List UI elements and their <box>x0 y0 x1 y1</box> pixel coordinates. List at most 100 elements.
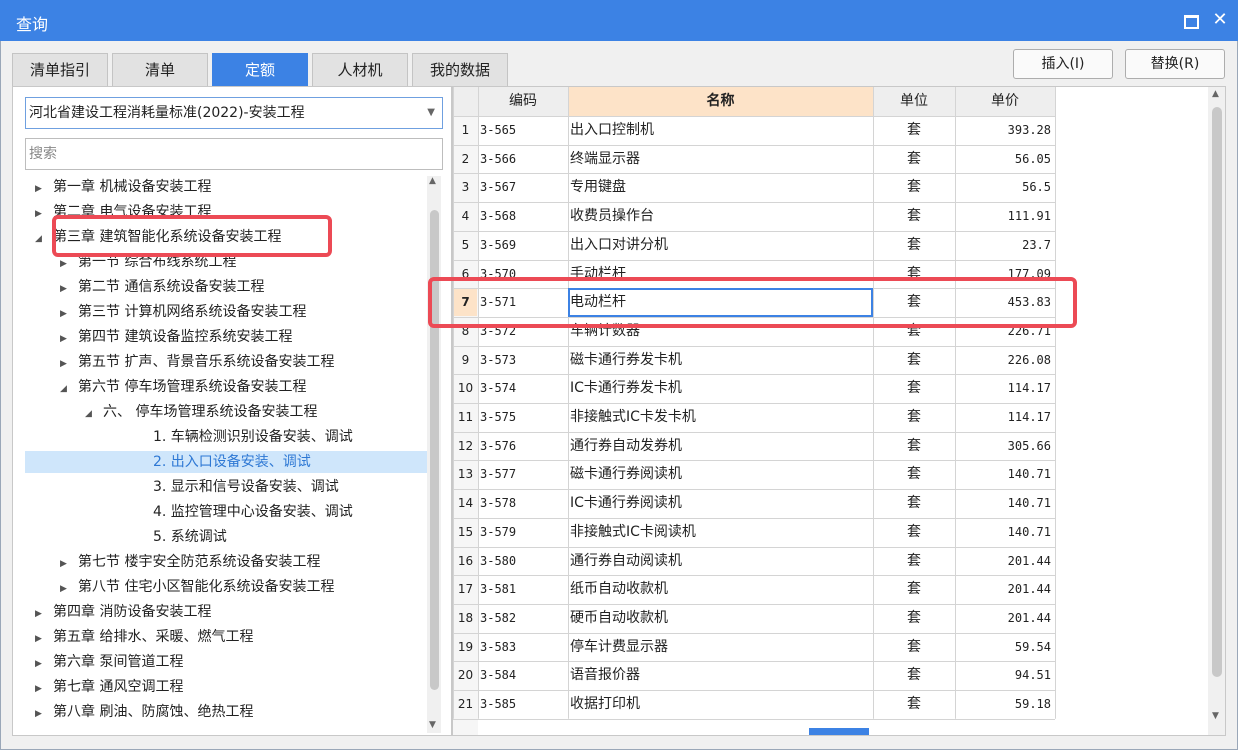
tree-item[interactable]: ▶ 第四节 建筑设备监控系统安装工程 <box>25 326 427 348</box>
cell-code[interactable]: 3-579 <box>478 518 568 546</box>
cell-unit[interactable]: 套 <box>873 346 955 374</box>
grid-scrollbar[interactable]: ▲ ▼ <box>1208 87 1225 735</box>
cell-price[interactable]: 177.09 <box>955 260 1055 288</box>
chevron-right-icon[interactable]: ▶ <box>60 303 78 325</box>
grid-scrollbar-thumb[interactable] <box>1212 107 1222 677</box>
cell-unit[interactable]: 套 <box>873 403 955 431</box>
cell-name[interactable]: IC卡通行券阅读机 <box>568 489 873 517</box>
tree-item[interactable]: 5. 系统调试 <box>25 526 427 548</box>
cell-price[interactable]: 56.05 <box>955 145 1055 173</box>
tab-4[interactable]: 人材机 <box>312 53 408 86</box>
chevron-right-icon[interactable]: ▶ <box>35 653 53 675</box>
cell-unit[interactable]: 套 <box>873 575 955 603</box>
cell-unit[interactable]: 套 <box>873 604 955 632</box>
cell-price[interactable]: 393.28 <box>955 116 1055 144</box>
cell-no[interactable]: 10 <box>453 374 478 402</box>
cell-unit[interactable]: 套 <box>873 231 955 259</box>
chevron-expanded-icon[interactable]: ◢ <box>60 378 78 400</box>
cell-no[interactable]: 14 <box>453 489 478 517</box>
cell-name[interactable]: 终端显示器 <box>568 145 873 173</box>
cell-name[interactable]: 通行券自动发券机 <box>568 432 873 460</box>
chevron-right-icon[interactable]: ▶ <box>60 553 78 575</box>
insert-button[interactable]: 插入(I) <box>1013 49 1113 79</box>
chevron-right-icon[interactable]: ▶ <box>35 678 53 700</box>
cell-name[interactable]: 车辆计数器 <box>568 317 873 345</box>
grid-scroll-up-icon[interactable]: ▲ <box>1212 89 1219 99</box>
cell-price[interactable]: 201.44 <box>955 547 1055 575</box>
maximize-icon[interactable] <box>1178 8 1202 32</box>
cell-price[interactable]: 140.71 <box>955 518 1055 546</box>
cell-unit[interactable]: 套 <box>873 547 955 575</box>
cell-name[interactable]: 出入口控制机 <box>568 116 873 144</box>
cell-no[interactable]: 21 <box>453 690 478 718</box>
cell-price[interactable]: 140.71 <box>955 489 1055 517</box>
header-name[interactable]: 名称 <box>568 87 873 116</box>
cell-no[interactable]: 5 <box>453 231 478 259</box>
tree-item[interactable]: ◢ 六、 停车场管理系统设备安装工程 <box>25 401 427 423</box>
cell-code[interactable]: 3-568 <box>478 202 568 230</box>
cell-no[interactable]: 20 <box>453 661 478 689</box>
chevron-right-icon[interactable]: ▶ <box>35 603 53 625</box>
tree-scrollbar-thumb[interactable] <box>430 210 439 690</box>
tree-item[interactable]: ▶ 第六章 泵间管道工程 <box>25 651 427 673</box>
chevron-right-icon[interactable]: ▶ <box>60 578 78 600</box>
replace-button[interactable]: 替换(R) <box>1125 49 1225 79</box>
tab-3[interactable]: 定额 <box>212 53 308 86</box>
tree-item[interactable]: 2. 出入口设备安装、调试 <box>25 451 427 473</box>
cell-price[interactable]: 111.91 <box>955 202 1055 230</box>
cell-name[interactable]: 语音报价器 <box>568 661 873 689</box>
cell-price[interactable]: 453.83 <box>955 288 1055 316</box>
cell-code[interactable]: 3-577 <box>478 460 568 488</box>
cell-unit[interactable]: 套 <box>873 460 955 488</box>
cell-unit[interactable]: 套 <box>873 317 955 345</box>
cell-code[interactable]: 3-578 <box>478 489 568 517</box>
cell-name[interactable]: 磁卡通行券发卡机 <box>568 346 873 374</box>
cell-name[interactable]: 停车计费显示器 <box>568 633 873 661</box>
cell-price[interactable]: 114.17 <box>955 374 1055 402</box>
chevron-right-icon[interactable]: ▶ <box>35 703 53 725</box>
tab-2[interactable]: 清单 <box>112 53 208 86</box>
grid-scroll-down-icon[interactable]: ▼ <box>1212 711 1219 721</box>
cell-no[interactable]: 19 <box>453 633 478 661</box>
tree-item[interactable]: ◢ 第六节 停车场管理系统设备安装工程 <box>25 376 427 398</box>
cell-unit[interactable]: 套 <box>873 145 955 173</box>
cell-no[interactable]: 15 <box>453 518 478 546</box>
cell-no[interactable]: 16 <box>453 547 478 575</box>
cell-no[interactable]: 12 <box>453 432 478 460</box>
cell-price[interactable]: 23.7 <box>955 231 1055 259</box>
chevron-right-icon[interactable]: ▶ <box>35 203 53 225</box>
tree-item[interactable]: ◢ 第三章 建筑智能化系统设备安装工程 <box>25 226 427 248</box>
close-icon[interactable]: ✕ <box>1208 8 1232 32</box>
cell-unit[interactable]: 套 <box>873 432 955 460</box>
cell-code[interactable]: 3-569 <box>478 231 568 259</box>
cell-code[interactable]: 3-576 <box>478 432 568 460</box>
header-code[interactable]: 编码 <box>478 87 568 116</box>
tab-5[interactable]: 我的数据 <box>412 53 508 86</box>
chevron-right-icon[interactable]: ▶ <box>60 328 78 350</box>
cell-name[interactable]: 磁卡通行券阅读机 <box>568 460 873 488</box>
cell-code[interactable]: 3-582 <box>478 604 568 632</box>
cell-code[interactable]: 3-565 <box>478 116 568 144</box>
tree-item[interactable]: ▶ 第三节 计算机网络系统设备安装工程 <box>25 301 427 323</box>
cell-name[interactable]: 通行券自动阅读机 <box>568 547 873 575</box>
cell-no[interactable]: 13 <box>453 460 478 488</box>
chevron-right-icon[interactable]: ▶ <box>35 178 53 200</box>
cell-no[interactable]: 4 <box>453 202 478 230</box>
cell-name[interactable]: 硬币自动收款机 <box>568 604 873 632</box>
cell-price[interactable]: 114.17 <box>955 403 1055 431</box>
tree-item[interactable]: ▶ 第五章 给排水、采暖、燃气工程 <box>25 626 427 648</box>
header-unit[interactable]: 单位 <box>873 87 955 116</box>
splitter-handle[interactable] <box>809 728 869 735</box>
cell-name[interactable]: 收费员操作台 <box>568 202 873 230</box>
cell-no[interactable]: 18 <box>453 604 478 632</box>
cell-no[interactable]: 11 <box>453 403 478 431</box>
cell-no[interactable]: 17 <box>453 575 478 603</box>
tree-item[interactable]: ▶ 第八节 住宅小区智能化系统设备安装工程 <box>25 576 427 598</box>
cell-no[interactable]: 7 <box>453 288 478 316</box>
cell-no[interactable]: 8 <box>453 317 478 345</box>
tree-item[interactable]: ▶ 第一章 机械设备安装工程 <box>25 176 427 198</box>
tree-item[interactable]: ▶ 第一节 综合布线系统工程 <box>25 251 427 273</box>
cell-unit[interactable]: 套 <box>873 661 955 689</box>
tab-1[interactable]: 清单指引 <box>12 53 108 86</box>
cell-price[interactable]: 226.08 <box>955 346 1055 374</box>
